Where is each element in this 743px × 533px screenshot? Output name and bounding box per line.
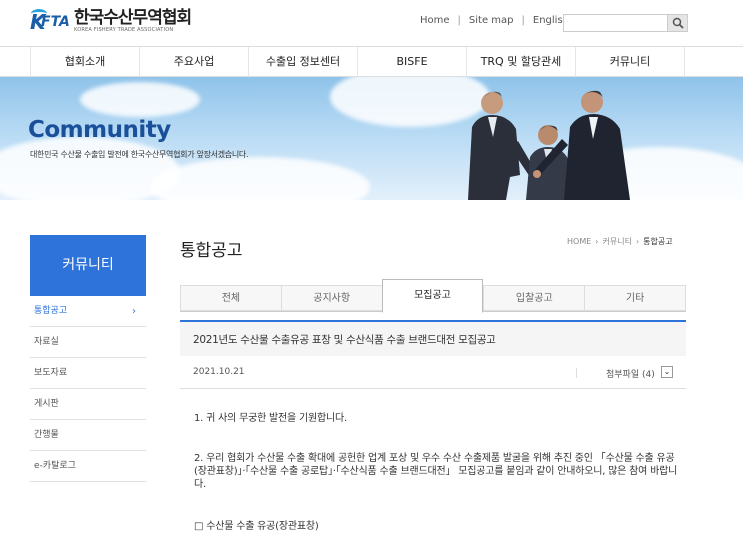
util-separator: | bbox=[521, 15, 525, 26]
sitemap-link[interactable]: Site map bbox=[469, 15, 514, 26]
sidebar-item-archive[interactable]: 자료실 bbox=[30, 327, 146, 358]
post-paragraph-1: 1. 귀 사의 무궁한 발전을 기원합니다. bbox=[194, 413, 348, 424]
gnb-item-about[interactable]: 협회소개 bbox=[30, 47, 139, 77]
breadcrumb-current: 통합공고 bbox=[643, 237, 673, 246]
breadcrumb-home[interactable]: HOME bbox=[567, 237, 591, 246]
meta-divider bbox=[576, 368, 577, 378]
page-title: 통합공고 bbox=[180, 241, 243, 261]
breadcrumb: HOME › 커뮤니티 › 통합공고 bbox=[567, 236, 673, 247]
sidebar-item-press[interactable]: 보도자료 bbox=[30, 358, 146, 389]
post-paragraph-3: □ 수산물 수출 유공(장관표창) bbox=[194, 521, 319, 532]
logo-korean-name: 한국수산무역협회 bbox=[74, 7, 192, 28]
tab-all[interactable]: 전체 bbox=[180, 285, 281, 311]
logo-english-name: KOREA FISHERY TRADE ASSOCIATION bbox=[74, 26, 174, 33]
banner-subtitle: 대한민국 수산물 수출입 발전에 한국수산무역협회가 앞장서겠습니다. bbox=[30, 150, 249, 159]
home-link[interactable]: Home bbox=[420, 15, 450, 26]
utility-links: Home | Site map | English bbox=[420, 15, 569, 26]
sidebar-item-publications[interactable]: 간행물 bbox=[30, 420, 146, 451]
sidebar-item-label: 간행물 bbox=[34, 430, 59, 440]
post-title: 2021년도 수산물 수출유공 표창 및 수산식품 수출 브랜드대전 모집공고 bbox=[193, 334, 496, 346]
sidebar-item-notices[interactable]: 통합공고 › bbox=[30, 296, 146, 327]
banner-title: Community bbox=[28, 117, 171, 143]
attachments-label[interactable]: 첨부파일 (4) bbox=[606, 367, 655, 380]
post-date: 2021.10.21 bbox=[193, 367, 245, 377]
businessmen-handshake-illustration bbox=[468, 90, 630, 200]
kfta-logo-icon: K FTA bbox=[30, 9, 70, 34]
gnb-item-community[interactable]: 커뮤니티 bbox=[575, 47, 685, 77]
sidebar-menu: 통합공고 › 자료실 보도자료 게시판 간행물 e-카탈로그 bbox=[30, 296, 146, 482]
main-navigation: 협회소개 주요사업 수출입 정보센터 BISFE TRQ 및 할당관세 커뮤니티 bbox=[0, 46, 743, 77]
sidebar-item-label: 게시판 bbox=[34, 399, 59, 409]
sidebar-item-board[interactable]: 게시판 bbox=[30, 389, 146, 420]
gnb-item-bisfe[interactable]: BISFE bbox=[357, 47, 466, 77]
chevron-down-icon[interactable]: ⌄ bbox=[661, 366, 673, 378]
tab-bid[interactable]: 입찰공고 bbox=[483, 285, 585, 311]
search-icon bbox=[672, 17, 684, 29]
gnb-item-trade-info[interactable]: 수출입 정보센터 bbox=[248, 47, 357, 77]
chevron-right-icon: › bbox=[635, 237, 640, 246]
category-tabs: 전체 공지사항 모집공고 입찰공고 기타 bbox=[180, 279, 686, 313]
tab-notice[interactable]: 공지사항 bbox=[280, 285, 382, 311]
sidebar-item-label: 통합공고 bbox=[34, 306, 68, 316]
post-paragraph-2: 2. 우리 협회가 수산물 수출 확대에 공헌한 업계 포상 및 우수 수산 수… bbox=[194, 453, 678, 490]
util-separator: | bbox=[457, 15, 461, 26]
gnb-item-business[interactable]: 주요사업 bbox=[139, 47, 248, 77]
tab-etc[interactable]: 기타 bbox=[584, 285, 686, 311]
post-header: 2021년도 수산물 수출유공 표창 및 수산식품 수출 브랜드대전 모집공고 bbox=[180, 320, 686, 356]
sidebar-item-label: 자료실 bbox=[34, 337, 59, 347]
site-logo[interactable]: K FTA 한국수산무역협회 KOREA FISHERY TRADE ASSOC… bbox=[30, 7, 192, 35]
search-input[interactable] bbox=[563, 14, 688, 32]
gnb-item-trq[interactable]: TRQ 및 할당관세 bbox=[466, 47, 575, 77]
chevron-right-icon: › bbox=[132, 306, 136, 317]
breadcrumb-community[interactable]: 커뮤니티 bbox=[602, 236, 631, 247]
sidebar-item-ecatalog[interactable]: e-카탈로그 bbox=[30, 451, 146, 482]
site-header: K FTA 한국수산무역협회 KOREA FISHERY TRADE ASSOC… bbox=[0, 0, 743, 46]
community-banner: Community 대한민국 수산물 수출입 발전에 한국수산무역협회가 앞장서… bbox=[0, 77, 743, 200]
chevron-right-icon: › bbox=[595, 237, 599, 246]
sidebar-item-label: e-카탈로그 bbox=[34, 461, 76, 471]
post-meta: 2021.10.21 첨부파일 (4) ⌄ bbox=[180, 356, 686, 389]
sidebar-item-label: 보도자료 bbox=[34, 368, 68, 378]
search-button[interactable] bbox=[667, 15, 687, 31]
tab-recruitment[interactable]: 모집공고 bbox=[381, 279, 484, 313]
sidebar-heading: 커뮤니티 bbox=[30, 235, 146, 296]
